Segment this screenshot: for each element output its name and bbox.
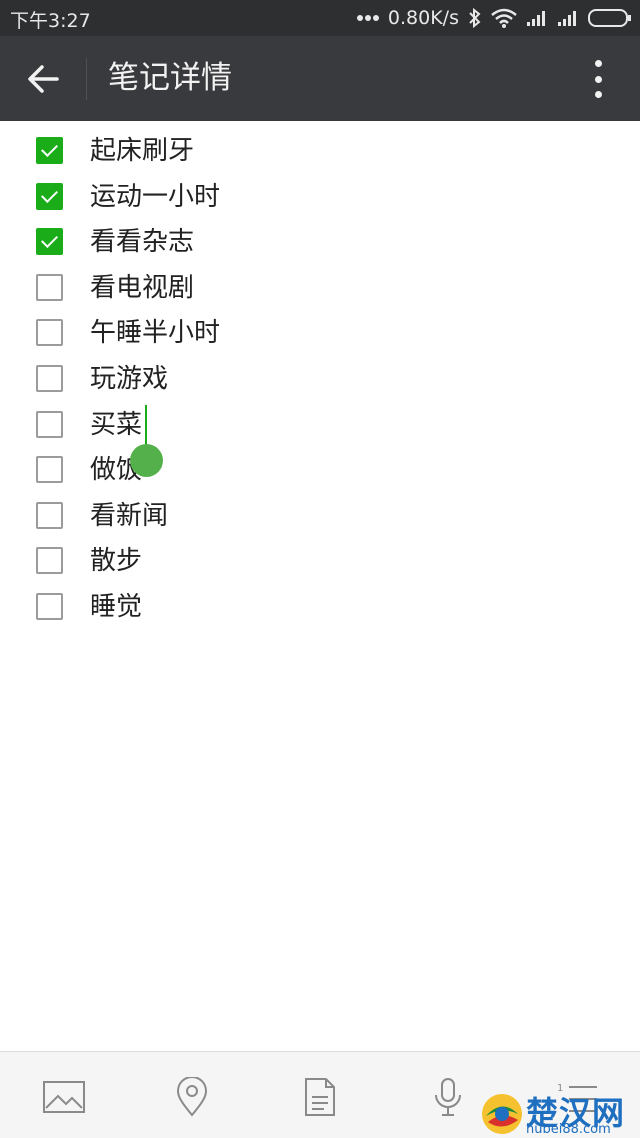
checkbox-unchecked[interactable] — [36, 501, 63, 529]
cursor-handle[interactable] — [130, 444, 163, 477]
watermark-logo-icon — [482, 1094, 522, 1134]
checkbox-unchecked[interactable] — [36, 410, 63, 438]
watermark-url: hubei88.com — [526, 1122, 611, 1137]
checklist-item[interactable]: 起床刷牙 — [0, 128, 640, 174]
location-icon — [176, 1077, 208, 1117]
checklist-item[interactable]: 看新闻 — [0, 493, 640, 539]
signal-icon — [558, 11, 576, 26]
checklist-item[interactable]: 睡觉 — [0, 584, 640, 630]
page-title: 笔记详情 — [108, 60, 232, 96]
back-arrow-icon — [28, 64, 59, 93]
checklist-item-label[interactable]: 看电视剧 — [90, 271, 194, 305]
checklist-item-label[interactable]: 看新闻 — [90, 499, 168, 533]
checkbox-checked[interactable] — [36, 182, 63, 210]
checklist-item-label[interactable]: 午睡半小时 — [90, 316, 220, 350]
checkbox-unchecked[interactable] — [36, 273, 63, 301]
image-icon — [43, 1081, 85, 1113]
checklist-item[interactable]: 做饭 — [0, 447, 640, 493]
checkbox-unchecked[interactable] — [36, 364, 63, 392]
text-cursor — [145, 405, 147, 447]
bluetooth-icon — [469, 7, 481, 29]
checklist-item[interactable]: 看电视剧 — [0, 265, 640, 311]
checklist-item-label[interactable]: 运动一小时 — [90, 180, 220, 214]
insert-location-button[interactable] — [169, 1074, 215, 1120]
checklist-item-label[interactable]: 看看杂志 — [90, 225, 194, 259]
checklist: 起床刷牙运动一小时看看杂志看电视剧午睡半小时玩游戏买菜做饭看新闻散步睡觉 — [0, 128, 640, 630]
checklist-item-label[interactable]: 买菜 — [90, 408, 142, 442]
document-icon — [305, 1078, 335, 1116]
insert-document-button[interactable] — [297, 1074, 343, 1120]
checkbox-checked[interactable] — [36, 137, 63, 164]
checkbox-unchecked[interactable] — [36, 592, 63, 620]
voice-input-button[interactable] — [425, 1074, 471, 1120]
checklist-item[interactable]: 运动一小时 — [0, 174, 640, 220]
more-button[interactable] — [580, 56, 616, 102]
checklist-item[interactable]: 散步 — [0, 538, 640, 584]
checklist-item[interactable]: 玩游戏 — [0, 356, 640, 402]
app-bar: 笔记详情 — [0, 36, 640, 121]
checkbox-checked[interactable] — [36, 228, 63, 256]
status-bar: 下午3:27 0.80K/s — [0, 0, 640, 36]
status-icons: 0.80K/s — [356, 4, 632, 32]
checklist-item-label[interactable]: 睡觉 — [90, 590, 142, 624]
checkbox-unchecked[interactable] — [36, 319, 63, 347]
back-button[interactable] — [0, 36, 86, 121]
checkbox-unchecked[interactable] — [36, 456, 63, 484]
dots-icon — [356, 15, 379, 21]
checkbox-unchecked[interactable] — [36, 547, 63, 575]
microphone-icon — [435, 1078, 461, 1116]
signal-icon — [527, 11, 545, 26]
insert-image-button[interactable] — [41, 1074, 87, 1120]
checklist-item[interactable]: 买菜 — [0, 402, 640, 448]
checklist-item-label[interactable]: 玩游戏 — [90, 362, 168, 396]
appbar-divider — [86, 58, 87, 100]
checklist-item[interactable]: 午睡半小时 — [0, 310, 640, 356]
more-vertical-icon — [594, 60, 602, 67]
checklist-item[interactable]: 看看杂志 — [0, 219, 640, 265]
status-time: 下午3:27 — [10, 10, 91, 32]
checklist-item-label[interactable]: 起床刷牙 — [90, 134, 194, 168]
network-speed: 0.80K/s — [387, 7, 459, 29]
battery-icon — [588, 9, 631, 27]
checklist-item-label[interactable]: 散步 — [90, 544, 142, 578]
wifi-icon — [491, 8, 517, 28]
